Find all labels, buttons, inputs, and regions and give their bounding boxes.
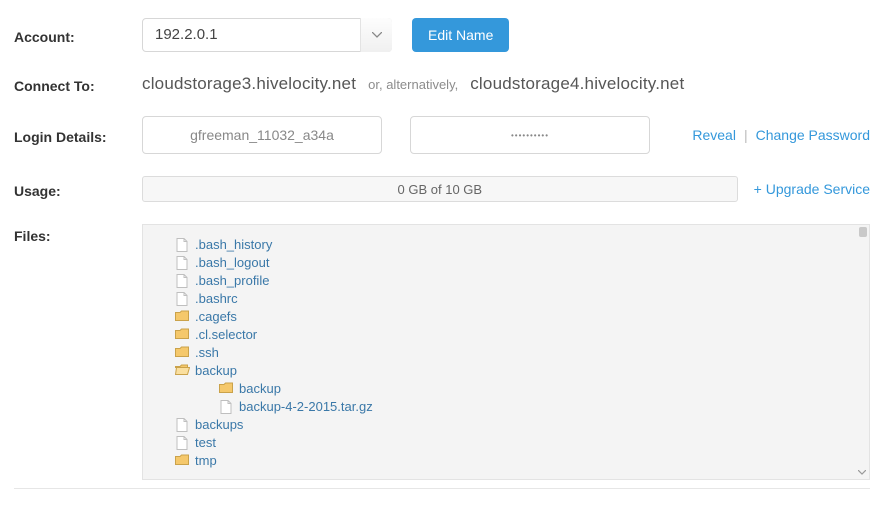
account-select[interactable]: 192.2.0.1	[142, 18, 392, 52]
folder-open-icon	[175, 364, 189, 377]
or-text: or, alternatively,	[368, 77, 458, 92]
tree-item-label: .bash_history	[195, 237, 272, 252]
tree-item[interactable]: test	[175, 433, 855, 451]
file-icon	[175, 436, 189, 449]
folder-icon	[219, 382, 233, 395]
tree-item[interactable]: .ssh	[175, 343, 855, 361]
account-label: Account:	[14, 25, 142, 45]
change-password-link[interactable]: Change Password	[756, 127, 870, 143]
file-icon	[175, 274, 189, 287]
primary-host: cloudstorage3.hivelocity.net	[142, 74, 356, 94]
file-tree[interactable]: .bash_history .bash_logout .bash_profile .b…	[175, 235, 855, 469]
tree-item[interactable]: .cagefs	[175, 307, 855, 325]
tree-item-label: backup	[195, 363, 237, 378]
tree-item[interactable]: .bash_history	[175, 235, 855, 253]
divider: |	[744, 127, 748, 143]
tree-item[interactable]: backups	[175, 415, 855, 433]
tree-item[interactable]: backupbackup backup-4-2-2015.tar.gz	[175, 361, 855, 415]
folder-icon	[175, 328, 189, 341]
tree-item-label: tmp	[195, 453, 217, 468]
usage-label: Usage:	[14, 179, 142, 199]
tree-item-label: .bashrc	[195, 291, 238, 306]
tree-item[interactable]: .bashrc	[175, 289, 855, 307]
connect-to-label: Connect To:	[14, 74, 142, 94]
tree-item-label: .bash_profile	[195, 273, 269, 288]
folder-icon	[175, 454, 189, 467]
usage-text: 0 GB of 10 GB	[398, 182, 483, 197]
upgrade-service-link[interactable]: + Upgrade Service	[754, 181, 870, 197]
tree-item[interactable]: backup-4-2-2015.tar.gz	[219, 397, 855, 415]
password-field[interactable]: ••••••••••	[410, 116, 650, 154]
file-icon	[219, 400, 233, 413]
file-icon	[175, 418, 189, 431]
login-details-label: Login Details:	[14, 125, 142, 145]
tree-item-label: backup-4-2-2015.tar.gz	[239, 399, 373, 414]
file-icon	[175, 238, 189, 251]
file-icon	[175, 256, 189, 269]
tree-item[interactable]: .bash_profile	[175, 271, 855, 289]
tree-item[interactable]: tmp	[175, 451, 855, 469]
chevron-down-icon[interactable]	[360, 18, 392, 52]
tree-item[interactable]: .bash_logout	[175, 253, 855, 271]
tree-item-label: backups	[195, 417, 243, 432]
alt-host: cloudstorage4.hivelocity.net	[470, 74, 684, 94]
folder-icon	[175, 346, 189, 359]
tree-item[interactable]: .cl.selector	[175, 325, 855, 343]
files-panel[interactable]: .bash_history .bash_logout .bash_profile .b…	[142, 224, 870, 480]
folder-icon	[175, 310, 189, 323]
tree-item-label: backup	[239, 381, 281, 396]
scrollbar-thumb[interactable]	[859, 227, 867, 237]
tree-item-label: .cl.selector	[195, 327, 257, 342]
scroll-down-icon[interactable]	[857, 467, 867, 477]
tree-item-label: test	[195, 435, 216, 450]
divider-bottom	[14, 488, 870, 489]
usage-bar: 0 GB of 10 GB	[142, 176, 738, 202]
edit-name-button[interactable]: Edit Name	[412, 18, 509, 52]
file-icon	[175, 292, 189, 305]
tree-item-label: .ssh	[195, 345, 219, 360]
files-label: Files:	[14, 224, 142, 244]
reveal-link[interactable]: Reveal	[692, 127, 736, 143]
account-value: 192.2.0.1	[142, 18, 392, 52]
tree-item-label: .cagefs	[195, 309, 237, 324]
tree-item-label: .bash_logout	[195, 255, 269, 270]
username-field[interactable]	[142, 116, 382, 154]
tree-item[interactable]: backup	[219, 379, 855, 397]
